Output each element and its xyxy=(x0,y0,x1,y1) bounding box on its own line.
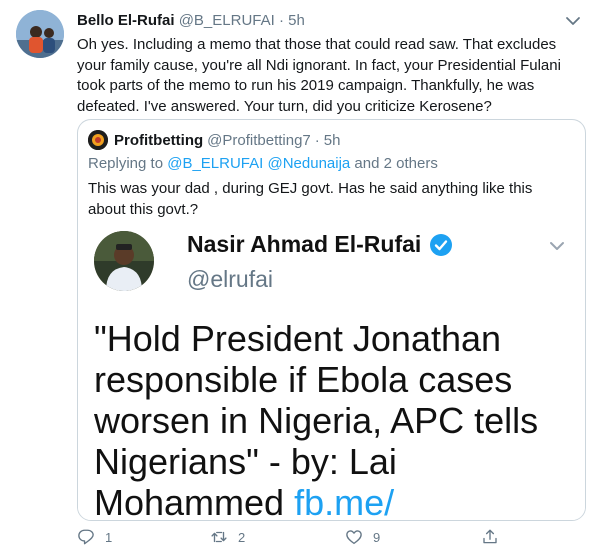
quoted-author-handle: @Profitbetting7 xyxy=(207,131,311,149)
image-name-row: Nasir Ahmad El-Rufai xyxy=(187,231,453,258)
quoted-separator: · xyxy=(314,131,320,149)
reply-icon xyxy=(78,529,94,545)
image-avatar xyxy=(94,231,154,291)
quoted-author-name: Profitbetting xyxy=(114,131,204,149)
tweet-text: Oh yes. Including a memo that those that… xyxy=(77,36,561,115)
header-separator: · xyxy=(278,12,284,29)
quoted-avatar xyxy=(88,130,108,150)
action-bar: 1 2 9 xyxy=(77,528,577,550)
quoted-image[interactable]: Nasir Ahmad El-Rufai @elrufai "Hold Pres… xyxy=(78,220,585,520)
author-name[interactable]: Bello El-Rufai xyxy=(77,12,175,29)
retweet-count: 2 xyxy=(238,529,246,545)
author-handle[interactable]: @B_ELRUFAI xyxy=(179,12,275,29)
reply-count: 1 xyxy=(105,529,113,545)
image-name: Nasir Ahmad El-Rufai xyxy=(187,231,422,257)
retweet-icon xyxy=(211,531,227,543)
like-icon xyxy=(346,530,362,545)
like-count: 9 xyxy=(373,529,381,545)
tweet-header: Bello El-Rufai @B_ELRUFAI · 5h xyxy=(77,12,305,29)
image-link-fragment: fb.me/ xyxy=(294,482,395,520)
author-avatar[interactable] xyxy=(16,10,64,58)
quoted-header: Profitbetting @Profitbetting7 · 5h xyxy=(88,130,340,150)
image-chevron-down-icon xyxy=(550,242,564,250)
tweet-time[interactable]: 5h xyxy=(288,12,305,29)
share-icon xyxy=(483,529,497,544)
replying-to: Replying to @B_ELRUFAI @Nedunaija and 2 … xyxy=(88,155,438,172)
quoted-text: This was your dad , during GEJ govt. Has… xyxy=(88,180,533,218)
image-headline: "Hold President Jonathan responsible if … xyxy=(94,318,580,520)
tweet[interactable]: Bello El-Rufai @B_ELRUFAI · 5h Oh yes. I… xyxy=(0,0,598,557)
reply-button[interactable]: 1 xyxy=(77,528,112,546)
verified-icon xyxy=(430,233,453,256)
image-handle: @elrufai xyxy=(187,266,273,292)
quoted-tweet[interactable]: Profitbetting @Profitbetting7 · 5h Reply… xyxy=(77,119,586,521)
share-button[interactable] xyxy=(481,528,509,546)
retweet-button[interactable]: 2 xyxy=(210,528,245,546)
chevron-down-icon[interactable] xyxy=(564,12,582,30)
like-button[interactable]: 9 xyxy=(345,528,380,546)
quoted-time: 5h xyxy=(323,131,341,149)
replying-prefix: Replying to xyxy=(88,155,168,172)
replying-suffix: and 2 others xyxy=(350,155,438,172)
replying-to-users[interactable]: @B_ELRUFAI @Nedunaija xyxy=(167,155,350,172)
